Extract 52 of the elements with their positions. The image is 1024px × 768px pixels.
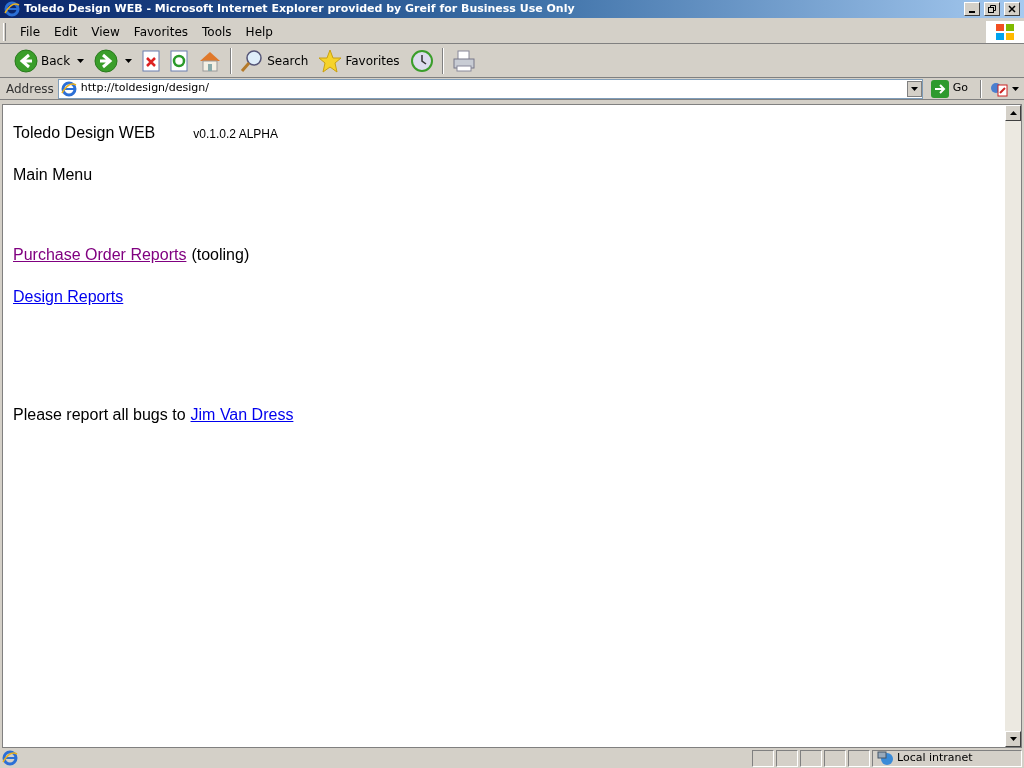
menu-item[interactable]: Edit xyxy=(48,22,84,41)
status-panel xyxy=(848,749,870,767)
scroll-up-button[interactable] xyxy=(1005,105,1021,121)
status-panel xyxy=(776,749,798,767)
contact-link[interactable]: Jim Van Dress xyxy=(190,403,294,427)
scroll-down-button[interactable] xyxy=(1005,731,1021,747)
close-icon xyxy=(1008,5,1016,13)
page-title: Toledo Design WEB xyxy=(13,123,156,143)
bug-report-text: Please report all bugs to xyxy=(13,405,186,425)
address-label: Address xyxy=(6,80,54,98)
forward-button[interactable] xyxy=(92,46,135,75)
report-link[interactable]: Design Reports xyxy=(13,285,124,309)
page-icon xyxy=(60,80,77,97)
restore-button[interactable] xyxy=(984,2,1000,16)
browser-icon xyxy=(4,1,20,17)
menu-item[interactable]: File xyxy=(14,22,47,41)
menu-item[interactable]: Favorites xyxy=(127,22,195,41)
close-button[interactable] xyxy=(1004,2,1020,16)
search-icon xyxy=(240,48,265,73)
restore-icon xyxy=(988,5,996,13)
refresh-icon xyxy=(170,49,189,72)
caret-icon xyxy=(77,58,85,63)
windows-logo-icon xyxy=(986,20,1024,43)
status-panel xyxy=(824,749,846,767)
menu-item[interactable]: View xyxy=(85,22,126,41)
security-zone: Local intranet xyxy=(897,749,973,766)
go-button[interactable]: Go xyxy=(926,79,972,98)
caret-icon xyxy=(125,58,133,63)
status-panel xyxy=(800,749,822,767)
version-label: v0.1.0.2 ALPHA xyxy=(193,126,279,143)
main-menu-heading: Main Menu xyxy=(13,165,93,185)
printer-icon xyxy=(451,48,476,73)
report-link[interactable]: Purchase Order Reports xyxy=(13,243,187,267)
menu-item[interactable]: Tools xyxy=(196,22,238,41)
back-button[interactable]: Back xyxy=(12,46,87,75)
favorites-button[interactable]: Favorites xyxy=(316,46,402,75)
status-panel xyxy=(752,749,774,767)
stop-icon xyxy=(142,49,161,72)
window-title: Toledo Design WEB - Microsoft Internet Explorer provided by Greif for Business Use Only xyxy=(24,0,575,17)
address-field[interactable]: http://toldesign/design/ xyxy=(57,78,923,99)
pdf-icon[interactable] xyxy=(990,80,1020,97)
down-arrow-icon xyxy=(1009,737,1017,741)
minimize-button[interactable] xyxy=(964,2,980,16)
star-icon xyxy=(318,48,343,73)
vertical-scrollbar[interactable] xyxy=(1005,105,1021,747)
menu-item[interactable]: Help xyxy=(239,22,279,41)
search-button[interactable]: Search xyxy=(238,46,311,75)
network-globe-icon xyxy=(877,750,893,766)
page-status-icon xyxy=(2,750,18,766)
up-arrow-icon xyxy=(1009,111,1017,115)
link-note: (tooling) xyxy=(191,245,250,265)
history-icon xyxy=(409,48,434,73)
